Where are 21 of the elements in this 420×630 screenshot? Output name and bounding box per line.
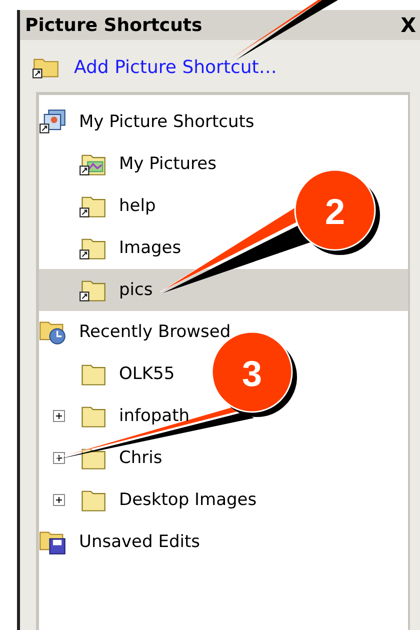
tree-item[interactable]: Desktop Images [119,490,257,510]
tree-item[interactable]: Unsaved Edits [79,532,200,552]
pane-title: Picture Shortcuts [25,14,202,36]
tree-item[interactable]: Recently Browsed [79,322,231,342]
expand-icon[interactable] [53,452,65,464]
tree-item[interactable]: OLK55 [119,364,175,384]
add-picture-shortcut-link[interactable]: Add Picture Shortcut… [74,56,277,78]
tree-item-label: pics [119,280,153,300]
tree-item[interactable]: My Picture Shortcuts [79,112,254,132]
folder-disk-icon [39,529,67,555]
close-button[interactable]: X [396,13,420,37]
tree-item[interactable]: Images [119,238,182,258]
tree-item[interactable]: pics [39,269,408,311]
tree-item[interactable]: infopath [119,406,190,426]
tree-item[interactable]: Chris [119,448,162,468]
pictures-shortcut-icon [39,109,67,135]
expand-icon[interactable] [53,410,65,422]
tree-item[interactable]: help [119,196,156,216]
folder-clock-icon [39,319,67,345]
expand-icon[interactable] [53,494,65,506]
tree-item[interactable]: My Pictures [119,154,216,174]
